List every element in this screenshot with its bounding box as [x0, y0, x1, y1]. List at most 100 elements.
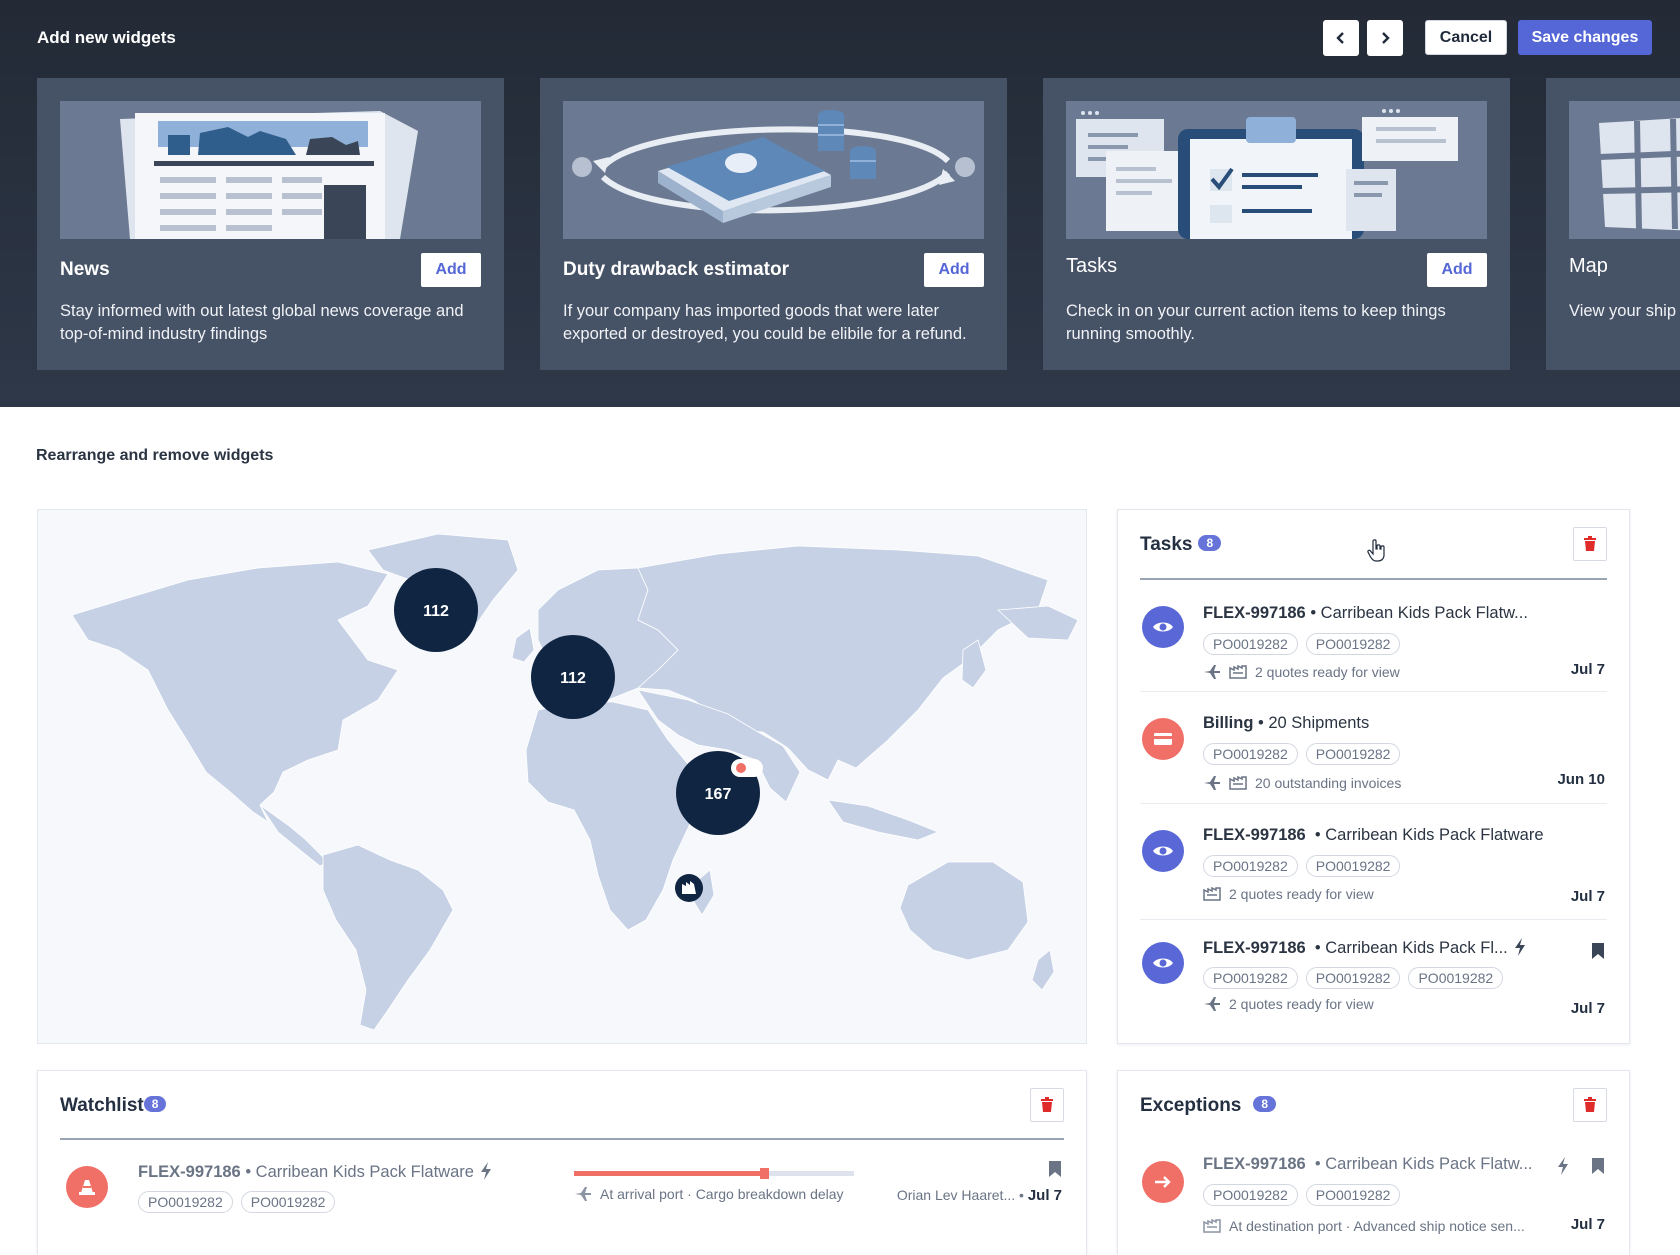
cancel-button[interactable]: Cancel	[1425, 20, 1507, 55]
eye-icon	[1142, 942, 1184, 984]
trash-icon	[1041, 1097, 1053, 1112]
task-meta: 2 quotes ready for view	[1203, 886, 1374, 902]
task-title: FLEX-997186 • Carribean Kids Pack Flatw.…	[1203, 604, 1528, 622]
factory-marker[interactable]	[675, 874, 703, 902]
bookmark-icon[interactable]	[1591, 942, 1605, 960]
panel-header: Watchlist 8	[60, 1071, 1064, 1140]
widget-card-news: News Add Stay informed with out latest g…	[37, 78, 504, 370]
po-tag: PO0019282	[138, 1191, 233, 1213]
bookmark-icon[interactable]	[1048, 1160, 1062, 1178]
add-duty-drawback-button[interactable]: Add	[924, 253, 984, 287]
eye-icon	[1142, 606, 1184, 648]
factory-icon	[1229, 776, 1247, 790]
po-tags: PO0019282 PO0019282	[1203, 633, 1401, 655]
add-news-button[interactable]: Add	[421, 253, 481, 287]
factory-icon	[1203, 887, 1221, 901]
cluster-count: 112	[560, 670, 586, 687]
cluster-count: 167	[705, 786, 732, 803]
po-tag: PO0019282	[1203, 1184, 1298, 1206]
tasks-illustration	[1066, 101, 1487, 239]
count-badge: 8	[1198, 535, 1222, 551]
task-meta: 20 outstanding invoices	[1203, 775, 1401, 791]
arrow-right-icon	[1142, 1161, 1184, 1203]
eye-icon	[1142, 830, 1184, 872]
task-title: FLEX-997186 • Carribean Kids Pack Flatwa…	[1203, 826, 1544, 844]
count-badge: 8	[143, 1096, 167, 1112]
cluster-marker[interactable]: 167	[676, 751, 763, 835]
task-item[interactable]: Billing • 20 Shipments PO0019282 PO00192…	[1140, 692, 1607, 804]
task-title: Billing • 20 Shipments	[1203, 714, 1370, 732]
task-item[interactable]: FLEX-997186 • Carribean Kids Pack Flatwa…	[1140, 804, 1607, 920]
task-title: FLEX-997186 • Carribean Kids Pack Flatwa…	[138, 1162, 492, 1182]
po-tag: PO0019282	[1203, 633, 1298, 655]
progress-bar	[574, 1168, 854, 1179]
plane-icon	[1204, 776, 1220, 790]
task-item[interactable]: FLEX-997186 • Carribean Kids Pack Fl... …	[1140, 920, 1607, 1040]
panel-title: Watchlist 8	[60, 1095, 167, 1117]
add-tasks-button[interactable]: Add	[1427, 253, 1487, 287]
panel-title: Exceptions 8	[1140, 1095, 1277, 1117]
lightning-icon	[1514, 938, 1525, 956]
chevron-left-icon	[1336, 32, 1344, 44]
task-date: Jul 7	[1027, 1187, 1062, 1204]
credit-card-icon	[1142, 718, 1184, 760]
traffic-cone-icon	[66, 1166, 108, 1208]
po-tag: PO0019282	[240, 1191, 336, 1213]
map-illustration	[1569, 101, 1680, 239]
po-tag: PO0019282	[1305, 967, 1401, 989]
widget-card-duty-drawback: Duty drawback estimator Add If your comp…	[540, 78, 1007, 370]
widget-description: Stay informed with out latest global new…	[60, 302, 464, 343]
lightning-icon	[1558, 1157, 1568, 1175]
trash-icon	[1584, 1097, 1596, 1112]
widget-name: Tasks	[1066, 255, 1118, 277]
map-widget[interactable]: 112 112 167	[37, 509, 1087, 1044]
task-date: Jul 7	[1570, 1216, 1605, 1233]
plane-icon	[1204, 997, 1220, 1011]
cluster-marker[interactable]: 112	[394, 568, 478, 652]
watchlist-panel: Watchlist 8 FLEX-997186 • Carribean Kids …	[37, 1070, 1087, 1255]
remove-widget-button[interactable]	[1030, 1088, 1064, 1122]
factory-icon	[1229, 665, 1247, 679]
task-date: Jul 7	[1570, 888, 1605, 905]
exception-item[interactable]: FLEX-997186 • Carribean Kids Pack Flatw.…	[1140, 1141, 1607, 1255]
panel-header: Exceptions 8	[1140, 1071, 1607, 1141]
po-tag: PO0019282	[1305, 633, 1401, 655]
task-title: FLEX-997186 • Carribean Kids Pack Flatw.…	[1203, 1155, 1533, 1173]
task-meta: 2 quotes ready for view	[1203, 664, 1400, 680]
rearrange-title: Rearrange and remove widgets	[36, 447, 274, 464]
next-button[interactable]	[1367, 20, 1403, 56]
po-tags: PO0019282 PO0019282	[138, 1191, 336, 1213]
po-tag: PO0019282	[1203, 967, 1298, 989]
hand-cursor-icon	[1367, 539, 1385, 562]
owner-name: Orian Lev Haaret...	[896, 1187, 1016, 1203]
remove-widget-button[interactable]	[1573, 1088, 1607, 1122]
status-line: At destination port · Advanced ship noti…	[1203, 1218, 1525, 1234]
remove-widget-button[interactable]	[1573, 527, 1607, 561]
status-line: At arrival port · Cargo breakdown delay	[574, 1186, 844, 1202]
trash-icon	[1584, 536, 1596, 551]
plane-icon	[1204, 665, 1220, 679]
add-widgets-title: Add new widgets	[37, 28, 176, 47]
date-separator: •	[1015, 1187, 1028, 1203]
save-changes-button[interactable]: Save changes	[1518, 20, 1652, 55]
po-tag: PO0019282	[1408, 967, 1504, 989]
po-tags: PO0019282 PO0019282	[1203, 743, 1401, 765]
widget-description: View your ship milestones in	[1569, 302, 1680, 320]
po-tags: PO0019282 PO0019282	[1203, 855, 1401, 877]
add-widgets-section: Add new widgets Cancel Save changes News…	[0, 0, 1680, 407]
plane-icon	[575, 1187, 591, 1201]
bookmark-icon[interactable]	[1591, 1157, 1605, 1175]
cluster-marker[interactable]: 112	[531, 635, 615, 719]
factory-icon	[1203, 1219, 1221, 1233]
po-tag: PO0019282	[1203, 855, 1298, 877]
news-illustration	[60, 101, 481, 239]
previous-button[interactable]	[1323, 20, 1359, 56]
world-map: 112 112 167	[71, 533, 1079, 1031]
task-item[interactable]: FLEX-997186 • Carribean Kids Pack Flatw.…	[1140, 582, 1607, 692]
task-date: Jul 7	[1570, 1000, 1605, 1017]
watchlist-item[interactable]: FLEX-997186 • Carribean Kids Pack Flatwa…	[60, 1142, 1064, 1255]
duty-drawback-illustration	[563, 101, 984, 239]
po-tag: PO0019282	[1305, 855, 1401, 877]
task-date: Jun 10	[1557, 771, 1605, 788]
widget-card-tasks: Tasks Add Check in on your current actio…	[1043, 78, 1510, 370]
